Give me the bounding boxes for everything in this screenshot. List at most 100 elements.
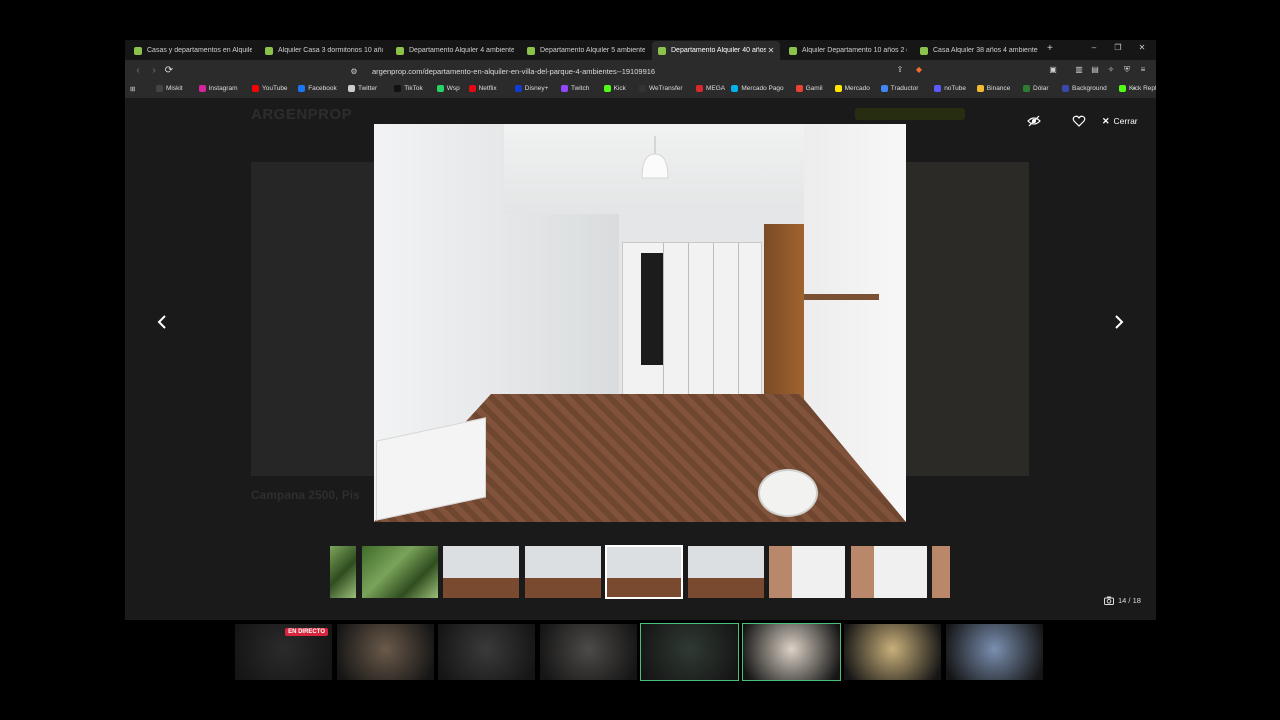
forward-icon[interactable]: › [147, 64, 161, 78]
thumbnail[interactable] [687, 546, 764, 598]
bookmark-favicon-icon [156, 85, 163, 92]
tab-close-icon[interactable]: ✕ [766, 46, 776, 55]
maximize-icon[interactable]: ❐ [1111, 43, 1125, 52]
browser-tab[interactable]: Departamento Alquiler 40 años ✕ [652, 41, 780, 60]
favorite-heart-icon[interactable] [1072, 114, 1086, 128]
bookmark-label: Gamil [805, 85, 823, 92]
tab-favicon-icon [265, 46, 273, 55]
brave-shield-icon[interactable]: ◆ [913, 65, 925, 74]
bookmark-item[interactable]: Background [1062, 85, 1107, 92]
menu-icon[interactable]: ≡ [1137, 65, 1149, 74]
thumbnail[interactable] [361, 546, 438, 598]
bookmark-item[interactable]: Facebook [298, 85, 337, 92]
bookmark-item[interactable]: Miskit [156, 85, 183, 92]
apps-grid-icon[interactable]: ⊞ [130, 85, 135, 93]
bookmark-favicon-icon [468, 85, 476, 92]
ghost-banner [855, 108, 965, 120]
participant-camera [539, 624, 637, 680]
bookmark-item[interactable]: Dólar [1023, 85, 1049, 92]
reload-icon[interactable]: ⟳ [162, 64, 176, 78]
bookmark-label: Wsp [446, 85, 460, 92]
bookmark-item[interactable]: Mercado Pago [731, 85, 784, 92]
bookmark-favicon-icon [1023, 85, 1030, 92]
bookmark-item[interactable]: Instagram [198, 85, 238, 92]
thumbnail[interactable] [850, 546, 927, 598]
browser-tab[interactable]: Casas y departamentos en Alquiler d [128, 41, 256, 60]
bookmarks-overflow[interactable]: » [1132, 85, 1136, 92]
bookmark-item[interactable]: Gamil [795, 85, 823, 92]
site-logo: ARGENPROP [251, 106, 353, 123]
wallet-icon[interactable]: ▤ [1089, 65, 1101, 74]
window-close-icon[interactable]: ✕ [1135, 43, 1149, 52]
browser-tab[interactable]: Alquiler Departamento 10 años 2 do [783, 41, 911, 60]
ceiling-lamp [641, 136, 669, 179]
bookmark-item[interactable]: Kick Replay [1119, 85, 1156, 92]
browser-tab[interactable]: Departamento Alquiler 5 ambientes [521, 41, 649, 60]
thumbnail[interactable] [932, 546, 950, 598]
thumbnail[interactable] [443, 546, 519, 598]
tab-favicon-icon [134, 46, 142, 55]
bookmark-label: Mercado Pago [741, 85, 784, 92]
bookmark-item[interactable]: MEGA [696, 85, 725, 92]
participant-camera [741, 623, 841, 681]
url-text: argenprop.com/departamento-en-alquiler-e… [372, 67, 656, 76]
bookmark-favicon-icon [1062, 85, 1069, 92]
bookmark-favicon-icon [696, 85, 703, 92]
thumbnail-selected[interactable] [605, 545, 683, 599]
back-icon[interactable]: ‹ [131, 64, 145, 78]
participant-camera [336, 624, 434, 680]
browser-tab[interactable]: Alquiler Casa 3 dormitorios 10 años [259, 41, 387, 60]
bookmark-label: Dólar [1033, 85, 1049, 92]
bookmark-label: Traductor [890, 85, 919, 92]
thumbnail[interactable] [330, 546, 356, 598]
tab-label: Departamento Alquiler 40 años [671, 47, 766, 54]
bookmark-item[interactable]: Wsp [436, 85, 460, 92]
bookmark-label: Disney+ [524, 85, 549, 92]
minimize-icon[interactable]: – [1087, 43, 1101, 52]
next-photo-arrow[interactable] [1113, 314, 1125, 330]
bookmark-item[interactable]: Kick [603, 85, 626, 92]
tab-favicon-icon [527, 46, 535, 55]
tab-label: Casa Alquiler 38 años 4 ambientes, [933, 47, 1038, 54]
bookmark-item[interactable]: Netflix [468, 85, 497, 92]
bookmark-favicon-icon [436, 85, 444, 92]
bookmark-item[interactable]: noTube [934, 85, 966, 92]
screen: Casas y departamentos en Alquiler d Alqui… [0, 0, 1280, 720]
thumbnail-strip [330, 545, 950, 599]
thumbnail[interactable] [524, 546, 601, 598]
previous-photo-arrow[interactable] [156, 314, 168, 330]
live-badge: EN DIRECTO [285, 628, 328, 636]
bookmark-item[interactable]: YouTube [252, 85, 288, 92]
site-info-icon[interactable]: ⚙ [348, 67, 360, 76]
bookmark-item[interactable]: Twitch [561, 85, 589, 92]
close-icon: ✕ [1102, 115, 1110, 126]
address-bar[interactable]: ⚙ argenprop.com/departamento-en-alquiler… [328, 63, 923, 80]
bookmark-item[interactable]: Disney+ [514, 85, 549, 92]
sidebar-icon[interactable]: ▥ [1073, 65, 1085, 74]
new-tab-button[interactable]: + [1047, 43, 1053, 54]
bookmark-favicon-icon [795, 85, 803, 92]
extensions-icon[interactable]: ✧ [1105, 65, 1117, 74]
browser-tab[interactable]: Casa Alquiler 38 años 4 ambientes, [914, 41, 1042, 60]
page-content: ARGENPROP Campana 2500, Pis ✕ Cerrar 14 … [125, 100, 1156, 620]
bookmark-label: Instagram [208, 85, 238, 92]
bookmark-item[interactable]: Binance [976, 85, 1010, 92]
gallery-close-button[interactable]: ✕ Cerrar [1102, 114, 1138, 128]
bookmark-item[interactable]: TikTok [394, 85, 423, 92]
bookmark-item[interactable]: Mercado [834, 85, 870, 92]
browser-tab[interactable]: Departamento Alquiler 4 ambientes [390, 41, 518, 60]
share-icon[interactable]: ⇪ [894, 65, 906, 74]
gallery-main-photo[interactable] [374, 124, 906, 522]
thumbnail[interactable] [769, 546, 845, 598]
bookmark-favicon-icon [252, 85, 259, 92]
bookmark-item[interactable]: WeTransfer [639, 85, 683, 92]
screenshot-icon[interactable]: ▣ [1047, 65, 1059, 74]
bookmark-favicon-icon [198, 85, 206, 92]
participant-camera [945, 624, 1043, 680]
hide-eye-icon[interactable] [1027, 114, 1041, 128]
bookmark-favicon-icon [561, 85, 568, 92]
bookmark-item[interactable]: Twitter [348, 85, 377, 92]
bookmark-label: Netflix [478, 85, 497, 92]
bookmark-item[interactable]: Traductor [880, 85, 919, 92]
vpn-icon[interactable]: ⛨ [1121, 65, 1133, 75]
